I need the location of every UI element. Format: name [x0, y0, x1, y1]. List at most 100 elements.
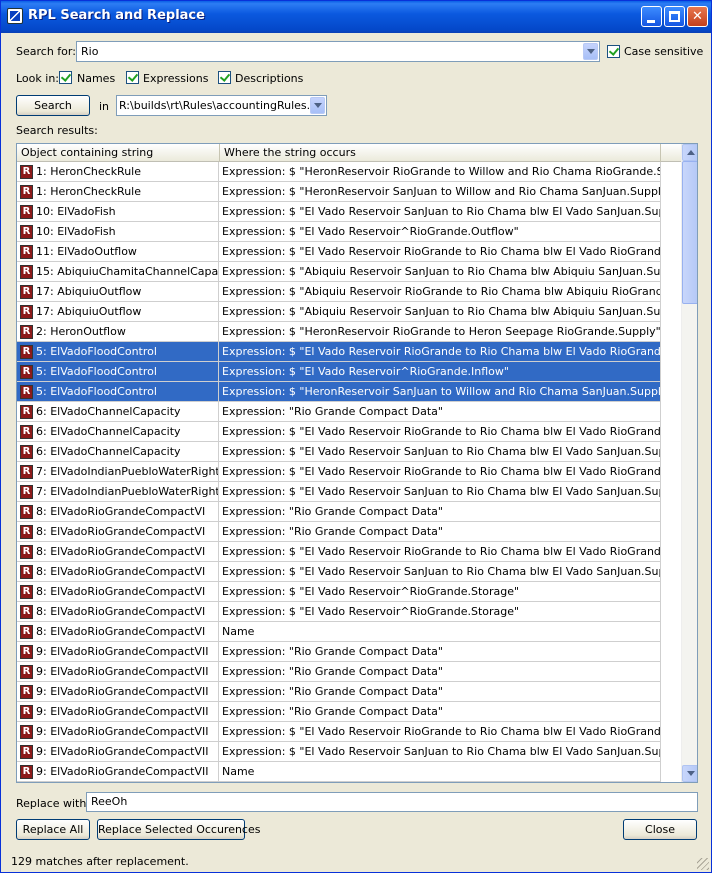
maximize-button[interactable]: [664, 6, 685, 27]
vertical-scrollbar[interactable]: [681, 144, 697, 782]
rule-icon: R: [20, 645, 33, 659]
results-table[interactable]: Object containing string Where the strin…: [16, 143, 698, 783]
object-cell: R 9: ElVadoRioGrandeCompactVII: [17, 722, 219, 742]
object-name: 1: HeronCheckRule: [36, 185, 142, 198]
rule-icon: R: [20, 625, 33, 639]
object-name: 15: AbiquiuChamitaChannelCapacity: [36, 265, 219, 278]
occurrence-cell: Expression: $ "HeronReservoir SanJuan to…: [220, 382, 661, 402]
occurrence-cell: Expression: $ "El Vado Reservoir^RioGran…: [220, 362, 661, 382]
table-row[interactable]: R 9: ElVadoRioGrandeCompactVII Expression:…: [17, 722, 661, 742]
table-row[interactable]: R 9: ElVadoRioGrandeCompactVII Expression:…: [17, 702, 661, 722]
case-sensitive-label: Case sensitive: [624, 45, 704, 58]
table-row[interactable]: R 8: ElVadoRioGrandeCompactVI Expression: …: [17, 522, 661, 542]
table-header: Object containing string Where the strin…: [17, 144, 681, 162]
table-row[interactable]: R 17: AbiquiuOutflow Expression: $ "Abiqui…: [17, 282, 661, 302]
table-row[interactable]: R 2: HeronOutflow Expression: $ "HeronRese…: [17, 322, 661, 342]
rule-icon: R: [20, 385, 33, 399]
occurrence-cell: Expression: $ "El Vado Reservoir RioGran…: [220, 242, 661, 262]
table-row[interactable]: R 8: ElVadoRioGrandeCompactVI Expression: …: [17, 562, 661, 582]
column-header-where[interactable]: Where the string occurs: [220, 144, 661, 162]
object-name: 9: ElVadoRioGrandeCompactVII: [36, 645, 209, 658]
close-button[interactable]: Close: [623, 819, 697, 840]
table-row[interactable]: R 1: HeronCheckRule Expression: $ "HeronRe…: [17, 162, 661, 182]
search-button[interactable]: Search: [16, 95, 90, 116]
object-name: 1: HeronCheckRule: [36, 165, 142, 178]
rule-icon: R: [20, 185, 33, 199]
table-row[interactable]: R 8: ElVadoRioGrandeCompactVI Name: [17, 622, 661, 642]
close-window-button[interactable]: ✕: [687, 6, 708, 27]
object-cell: R 7: ElVadoIndianPuebloWaterRight: [17, 462, 219, 482]
search-input[interactable]: Rio: [76, 41, 600, 62]
object-name: 8: ElVadoRioGrandeCompactVI: [36, 525, 206, 538]
table-row[interactable]: R 7: ElVadoIndianPuebloWaterRight Expressi…: [17, 482, 661, 502]
occurrence-cell: Expression: "Rio Grande Compact Data": [220, 662, 661, 682]
occurrence-cell: Expression: $ "HeronReservoir SanJuan to…: [220, 182, 661, 202]
minimize-button[interactable]: [641, 6, 662, 27]
table-row[interactable]: R 6: ElVadoChannelCapacity Expression: "Ri…: [17, 402, 661, 422]
table-row[interactable]: R 17: AbiquiuOutflow Expression: $ "Abiqui…: [17, 302, 661, 322]
table-row[interactable]: R 8: ElVadoRioGrandeCompactVI Expression: …: [17, 542, 661, 562]
column-header-object[interactable]: Object containing string: [17, 144, 220, 162]
object-name: 6: ElVadoChannelCapacity: [36, 445, 181, 458]
title-bar[interactable]: RPL Search and Replace ✕: [1, 1, 711, 33]
table-row[interactable]: R 5: ElVadoFloodControl Expression: $ "Her…: [17, 382, 661, 402]
table-row[interactable]: R 11: ElVadoOutflow Expression: $ "El Vado…: [17, 242, 661, 262]
object-cell: R 17: AbiquiuOutflow: [17, 302, 219, 322]
table-row[interactable]: R 7: ElVadoIndianPuebloWaterRight Expressi…: [17, 462, 661, 482]
table-row[interactable]: R 8: ElVadoRioGrandeCompactVI Expression: …: [17, 502, 661, 522]
object-cell: R 5: ElVadoFloodControl: [17, 382, 219, 402]
table-row[interactable]: R 6: ElVadoChannelCapacity Expression: $ "…: [17, 442, 661, 462]
object-cell: R 8: ElVadoRioGrandeCompactVI: [17, 602, 219, 622]
table-row[interactable]: R 9: ElVadoRioGrandeCompactVII Name: [17, 762, 661, 782]
object-name: 17: AbiquiuOutflow: [36, 285, 142, 298]
object-name: 10: ElVadoFish: [36, 225, 116, 238]
expressions-checkbox[interactable]: [126, 71, 139, 84]
file-path-dropdown-arrow[interactable]: [310, 97, 325, 114]
table-row[interactable]: R 9: ElVadoRioGrandeCompactVII Expression:…: [17, 742, 661, 762]
table-row[interactable]: R 5: ElVadoFloodControl Expression: $ "El …: [17, 342, 661, 362]
object-cell: R 15: AbiquiuChamitaChannelCapacity: [17, 262, 219, 282]
names-checkbox[interactable]: [59, 71, 72, 84]
occurrence-cell: Expression: "Rio Grande Compact Data": [220, 522, 661, 542]
scroll-thumb[interactable]: [682, 161, 697, 304]
occurrence-cell: Expression: $ "El Vado Reservoir SanJuan…: [220, 742, 661, 762]
table-row[interactable]: R 9: ElVadoRioGrandeCompactVII Expression:…: [17, 682, 661, 702]
table-row[interactable]: R 10: ElVadoFish Expression: $ "El Vado Re…: [17, 222, 661, 242]
occurrence-cell: Expression: $ "El Vado Reservoir RioGran…: [220, 542, 661, 562]
descriptions-checkbox[interactable]: [218, 71, 231, 84]
object-cell: R 1: HeronCheckRule: [17, 182, 219, 202]
resize-grip[interactable]: [697, 858, 709, 870]
object-cell: R 17: AbiquiuOutflow: [17, 282, 219, 302]
occurrence-cell: Expression: $ "El Vado Reservoir RioGran…: [220, 462, 661, 482]
table-row[interactable]: R 8: ElVadoRioGrandeCompactVI Expression: …: [17, 602, 661, 622]
replace-all-button[interactable]: Replace All: [16, 819, 90, 840]
table-row[interactable]: R 9: ElVadoRioGrandeCompactVII Expression:…: [17, 662, 661, 682]
rule-icon: R: [20, 765, 33, 779]
rule-icon: R: [20, 545, 33, 559]
search-dropdown-arrow[interactable]: [583, 43, 598, 60]
file-path-select[interactable]: R:\builds\rt\Rules\accountingRules.rls: [116, 95, 327, 116]
object-name: 9: ElVadoRioGrandeCompactVII: [36, 685, 209, 698]
rule-icon: R: [20, 525, 33, 539]
table-row[interactable]: R 1: HeronCheckRule Expression: $ "HeronRe…: [17, 182, 661, 202]
object-cell: R 8: ElVadoRioGrandeCompactVI: [17, 522, 219, 542]
occurrence-cell: Name: [220, 762, 661, 782]
scroll-up-button[interactable]: [682, 144, 697, 161]
table-row[interactable]: R 10: ElVadoFish Expression: $ "El Vado Re…: [17, 202, 661, 222]
table-row[interactable]: R 15: AbiquiuChamitaChannelCapacity Expres…: [17, 262, 661, 282]
table-row[interactable]: R 5: ElVadoFloodControl Expression: $ "El …: [17, 362, 661, 382]
table-row[interactable]: R 9: ElVadoRioGrandeCompactVII Expression:…: [17, 642, 661, 662]
scroll-down-button[interactable]: [682, 765, 697, 782]
occurrence-cell: Expression: $ "El Vado Reservoir^RioGran…: [220, 582, 661, 602]
replace-input[interactable]: ReeOh: [86, 792, 698, 812]
table-row[interactable]: R 8: ElVadoRioGrandeCompactVI Expression: …: [17, 582, 661, 602]
object-cell: R 8: ElVadoRioGrandeCompactVI: [17, 622, 219, 642]
case-sensitive-checkbox[interactable]: [607, 45, 620, 58]
object-cell: R 7: ElVadoIndianPuebloWaterRight: [17, 482, 219, 502]
replace-selected-button[interactable]: Replace Selected Occurences: [97, 819, 260, 840]
table-row[interactable]: R 6: ElVadoChannelCapacity Expression: $ "…: [17, 422, 661, 442]
object-cell: R 9: ElVadoRioGrandeCompactVII: [17, 702, 219, 722]
rule-icon: R: [20, 425, 33, 439]
rule-icon: R: [20, 685, 33, 699]
maximize-icon: [669, 11, 680, 22]
